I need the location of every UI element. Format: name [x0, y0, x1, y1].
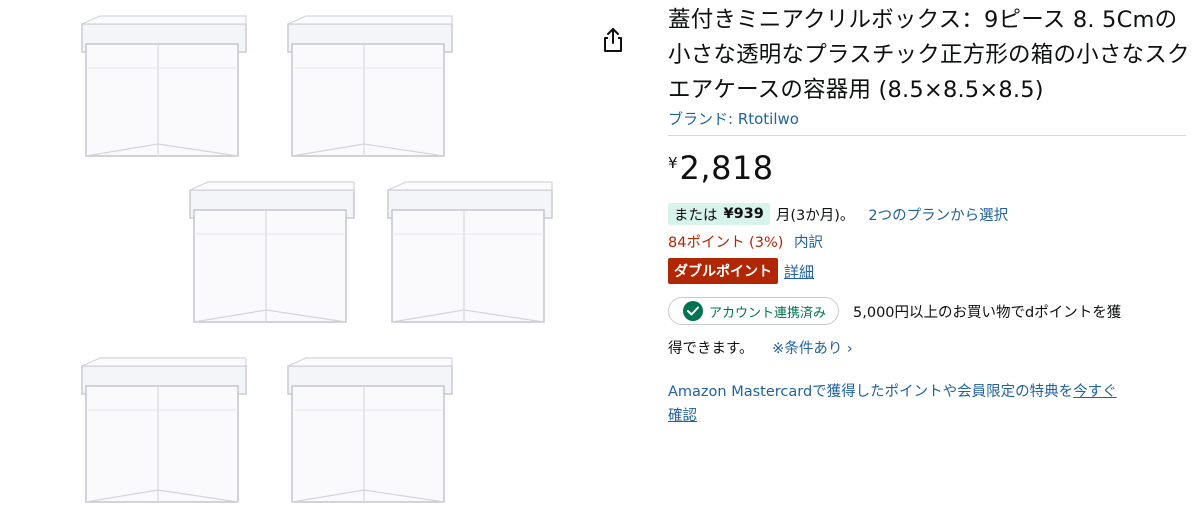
points-text: 84ポイント (3%) — [668, 235, 784, 251]
acrylic-box-image — [384, 180, 556, 328]
price-currency: ¥ — [668, 154, 678, 172]
account-linked-label: アカウント連携済み — [709, 305, 827, 321]
points-breakdown-link[interactable]: 内訳 — [794, 235, 823, 251]
check-icon — [683, 301, 703, 321]
share-button[interactable] — [600, 26, 626, 54]
installment-pill: または ¥939 — [668, 203, 770, 225]
product-info: 蓋付きミニアクリルボックス：9ピース 8. 5Cmの小さな透明なプラスチック正方… — [668, 0, 1192, 428]
dpoint-description-cont: 得できます。 ※条件あり › — [668, 337, 1192, 358]
installment-suffix: 月(3か月)。 — [775, 207, 855, 224]
acrylic-box-image — [78, 14, 250, 162]
dpoint-info: アカウント連携済み 5,000円以上のお買い物でdポイントを獲 — [668, 297, 1192, 325]
installment-monthly: ¥939 — [723, 206, 764, 222]
double-point-badge: ダブルポイント — [668, 258, 778, 284]
mastercard-promo[interactable]: Amazon Mastercardで獲得したポイントや会員限定の特典を今すぐ 確… — [668, 380, 1188, 428]
acrylic-box-image — [284, 14, 456, 162]
mastercard-text[interactable]: Amazon Mastercardで獲得したポイントや会員限定の特典を — [668, 384, 1073, 400]
dpoint-description: 5,000円以上のお買い物でdポイントを獲 — [853, 304, 1122, 321]
installment-plan: または ¥939 月(3か月)。 2つのプランから選択 — [668, 202, 1192, 226]
product-image[interactable] — [0, 0, 590, 516]
double-point-details-link[interactable]: 詳細 — [784, 261, 814, 282]
acrylic-box-image — [78, 356, 250, 508]
share-icon — [604, 28, 622, 52]
brand-link[interactable]: ブランド: Rtotilwo — [668, 109, 1192, 129]
check-now-link-cont[interactable]: 確認 — [668, 408, 697, 424]
acrylic-box-image — [284, 356, 456, 508]
double-point: ダブルポイント 詳細 — [668, 258, 1192, 284]
divider — [668, 135, 1186, 136]
conditions-link[interactable]: ※条件あり › — [772, 341, 853, 357]
acrylic-box-image — [186, 180, 358, 328]
points-info: 84ポイント (3%) 内訳 — [668, 232, 1192, 254]
product-title: 蓋付きミニアクリルボックス：9ピース 8. 5Cmの小さな透明なプラスチック正方… — [668, 7, 1190, 103]
price: ¥ 2,818 — [668, 152, 1192, 184]
installment-prefix: または — [674, 207, 718, 224]
check-now-link[interactable]: 今すぐ — [1073, 384, 1117, 400]
account-linked-badge: アカウント連携済み — [668, 297, 840, 325]
installment-plan-link[interactable]: 2つのプランから選択 — [868, 204, 1008, 225]
dpoint-description-line2: 得できます。 — [668, 341, 754, 357]
price-amount: 2,818 — [679, 149, 774, 187]
